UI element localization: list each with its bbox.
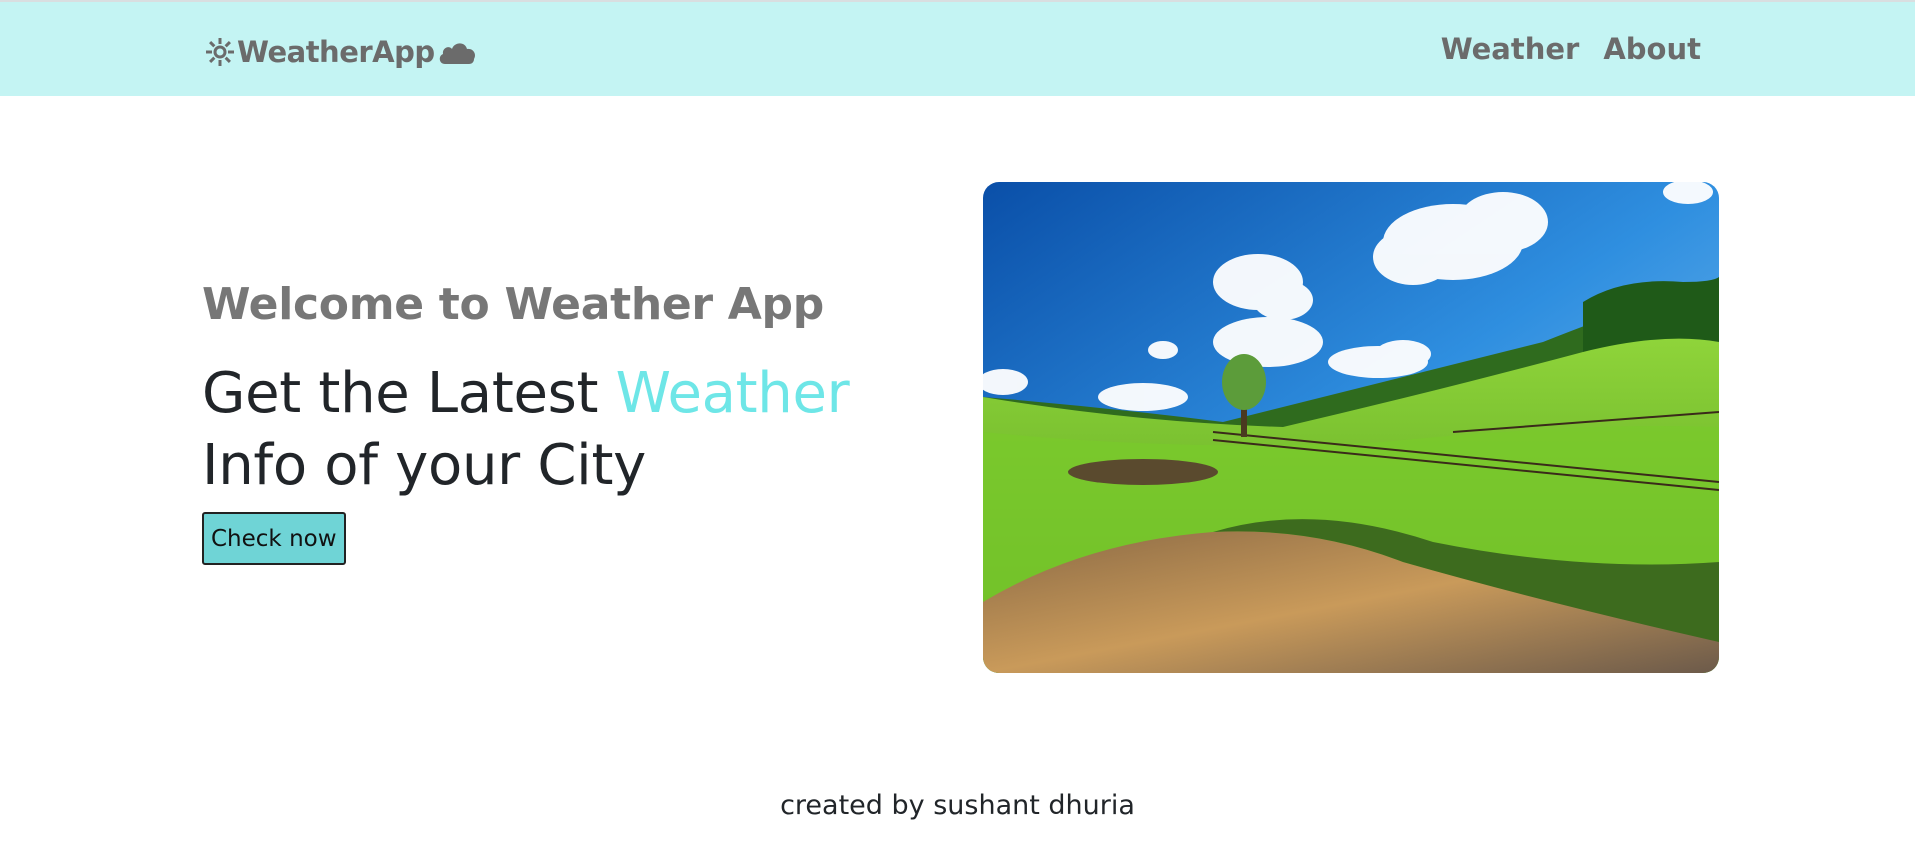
brand-name: WeatherApp [237, 35, 435, 69]
sun-icon [206, 38, 234, 66]
headline-accent: Weather [615, 361, 850, 426]
nav-link-weather[interactable]: Weather [1441, 32, 1580, 66]
hero-headline: Get the Latest Weather Info of your City [202, 358, 902, 502]
nav-links: Weather About [1441, 32, 1701, 66]
footer-credit: created by sushant dhuria [780, 790, 1135, 821]
brand-link[interactable]: WeatherApp [205, 32, 477, 72]
hero-text: Welcome to Weather App Get the Latest We… [202, 272, 902, 565]
welcome-heading: Welcome to Weather App [202, 279, 824, 330]
nav-link-about[interactable]: About [1603, 32, 1701, 66]
landscape-image [983, 182, 1719, 673]
headline-part-2: Info of your City [202, 433, 646, 498]
navbar: WeatherApp Weather About [0, 0, 1915, 96]
headline-part-1: Get the Latest [202, 361, 616, 426]
cloud-icon [439, 43, 475, 64]
check-now-button[interactable]: Check now [202, 512, 346, 565]
